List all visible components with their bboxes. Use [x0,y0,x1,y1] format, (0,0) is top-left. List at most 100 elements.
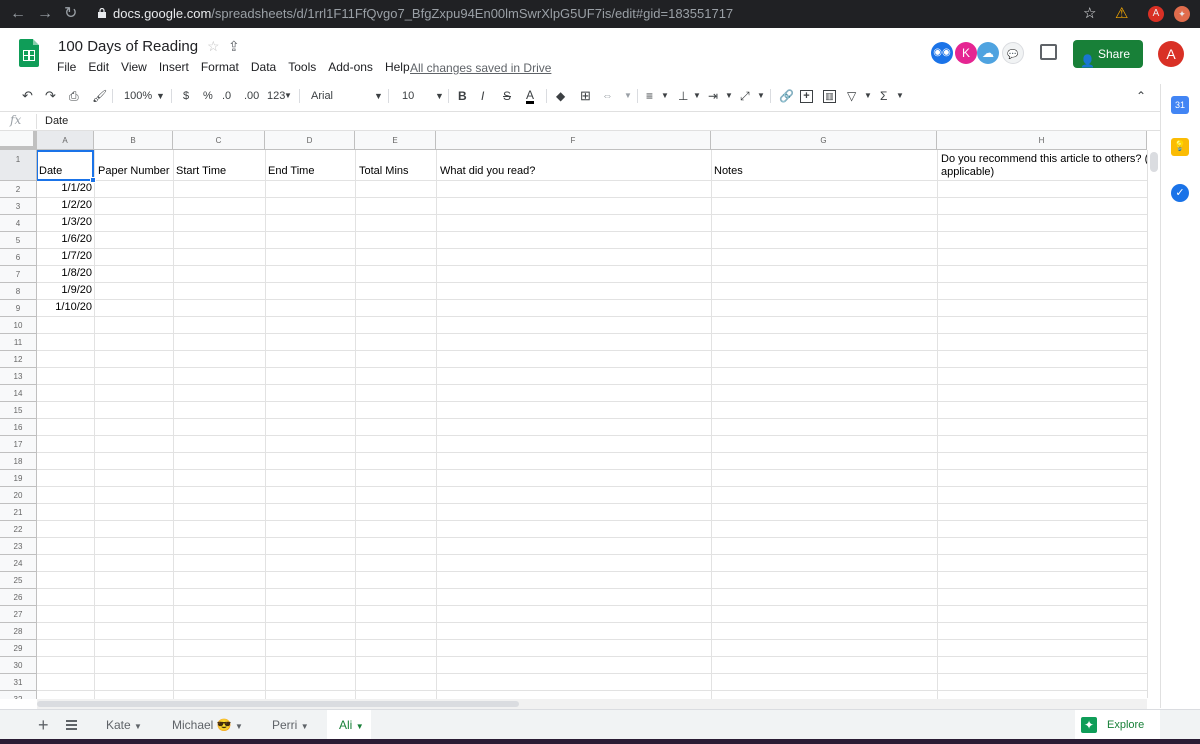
row-header[interactable]: 3 [0,198,37,215]
row-header[interactable]: 20 [0,487,37,504]
cell-a5[interactable]: 1/6/20 [61,233,92,245]
row-header[interactable]: 19 [0,470,37,487]
italic-button[interactable]: I [481,89,484,103]
cell-d1[interactable]: End Time [268,165,314,177]
row-header[interactable]: 10 [0,317,37,334]
row-header[interactable]: 22 [0,521,37,538]
percent-format-button[interactable]: % [203,89,213,103]
star-icon[interactable]: ☆ [207,38,220,55]
row-header[interactable]: 9 [0,300,37,317]
cell-a6[interactable]: 1/7/20 [61,250,92,262]
fill-color-icon[interactable]: ◆ [556,89,565,103]
row-header[interactable]: 28 [0,623,37,640]
row-header[interactable]: 32 [0,691,37,699]
cell-f1[interactable]: What did you read? [440,165,535,177]
row-header[interactable]: 31 [0,674,37,691]
vertical-scrollbar[interactable] [1147,150,1160,698]
row-header[interactable]: 1 [0,150,37,181]
undo-icon[interactable]: ↶ [22,89,33,103]
menu-edit[interactable]: Edit [88,60,109,76]
sheet-tab-ali[interactable]: Ali ▼ [339,718,364,732]
column-header-c[interactable]: C [173,131,265,150]
cell-c1[interactable]: Start Time [176,165,226,177]
select-all-corner[interactable] [0,131,37,150]
fill-handle[interactable] [90,177,96,183]
column-header-a[interactable]: A [37,131,94,150]
keep-icon[interactable]: 💡 [1171,138,1189,156]
move-to-folder-icon[interactable]: ⇪ [228,38,240,55]
row-header[interactable]: 4 [0,215,37,232]
menu-view[interactable]: View [121,60,147,76]
row-header[interactable]: 25 [0,572,37,589]
forward-icon[interactable]: → [37,5,53,23]
column-header-h[interactable]: H [937,131,1147,150]
row-header[interactable]: 30 [0,657,37,674]
menu-tools[interactable]: Tools [288,60,316,76]
increase-decimal-button[interactable]: .00 [244,89,259,103]
row-header[interactable]: 14 [0,385,37,402]
bookmark-star-icon[interactable]: ☆ [1083,5,1096,23]
cell-a3[interactable]: 1/2/20 [61,199,92,211]
column-header-d[interactable]: D [265,131,355,150]
chat-icon[interactable]: 💬 [1002,42,1024,64]
row-header[interactable]: 18 [0,453,37,470]
text-wrapping-icon[interactable]: ⇥ [708,89,718,103]
all-sheets-icon[interactable] [66,720,77,730]
row-header[interactable]: 12 [0,351,37,368]
row-header[interactable]: 21 [0,504,37,521]
extension-account-icon[interactable]: A [1148,6,1164,22]
zoom-select[interactable]: 100% [124,89,152,103]
collaborator-avatar-owl-icon[interactable]: ◉◉ [931,42,953,64]
row-header[interactable]: 24 [0,555,37,572]
row-header[interactable]: 13 [0,368,37,385]
document-title[interactable]: 100 Days of Reading [58,38,198,55]
warning-icon[interactable]: ⚠ [1115,5,1128,23]
explore-button[interactable]: ✦ Explore [1075,710,1160,740]
horizontal-scroll-thumb[interactable] [37,701,519,707]
menu-addons[interactable]: Add-ons [328,60,373,76]
column-header-b[interactable]: B [94,131,173,150]
column-header-e[interactable]: E [355,131,436,150]
text-color-button[interactable]: A [526,89,535,104]
cell-b1[interactable]: Paper Number [98,165,170,177]
functions-button[interactable]: Σ [880,89,887,103]
collaborator-avatar-k[interactable]: K [955,42,977,64]
calendar-icon[interactable]: 31 [1171,96,1189,114]
row-header[interactable]: 7 [0,266,37,283]
comments-icon[interactable] [1040,44,1057,60]
cell-h1-line1[interactable]: Do you recommend this article to others?… [941,153,1147,165]
back-icon[interactable]: ← [10,5,26,23]
column-header-f[interactable]: F [436,131,711,150]
row-header[interactable]: 29 [0,640,37,657]
add-sheet-icon[interactable]: + [38,715,49,736]
row-header[interactable]: 6 [0,249,37,266]
sheet-tab-perri[interactable]: Perri ▼ [272,718,309,732]
merge-cells-icon[interactable]: ⇔ [602,89,613,103]
sheets-logo-icon[interactable] [19,39,39,67]
menu-file[interactable]: File [57,60,76,76]
save-status[interactable]: All changes saved in Drive [410,61,551,75]
cell-h1-line2[interactable]: applicable) [941,166,994,178]
cell-a8[interactable]: 1/9/20 [61,284,92,296]
spreadsheet-grid[interactable]: A B C D E F G H Date Paper Number Start … [0,131,1147,699]
font-size-select[interactable]: 10 [402,89,414,103]
address-bar[interactable]: docs.google.com/spreadsheets/d/1rrl1F11F… [113,6,733,21]
paint-format-icon[interactable]: 🖌 [92,89,107,103]
strikethrough-button[interactable]: S [503,89,511,103]
row-header[interactable]: 5 [0,232,37,249]
menu-format[interactable]: Format [201,60,239,76]
decrease-decimal-button[interactable]: .0 [222,89,231,103]
vertical-scroll-thumb[interactable] [1150,152,1158,172]
menu-insert[interactable]: Insert [159,60,189,76]
row-header[interactable]: 11 [0,334,37,351]
vertical-align-icon[interactable]: ⊥ [678,89,688,103]
text-rotation-icon[interactable]: ⤢ [740,89,750,103]
insert-comment-icon[interactable]: + [800,90,813,103]
cell-e1[interactable]: Total Mins [359,165,409,177]
menu-data[interactable]: Data [251,60,276,76]
bold-button[interactable]: B [458,89,467,103]
cell-g1[interactable]: Notes [714,165,743,177]
horizontal-align-icon[interactable]: ≡ [646,89,653,103]
row-header[interactable]: 17 [0,436,37,453]
row-header[interactable]: 26 [0,589,37,606]
